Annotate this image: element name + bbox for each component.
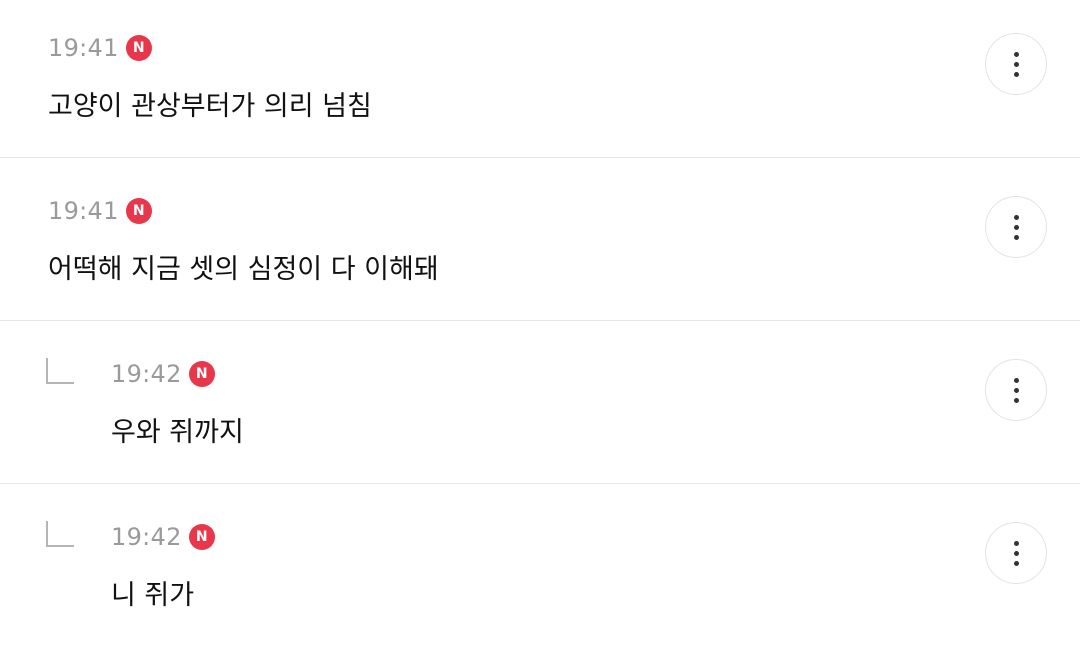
comment-item: 19:41 N 어떡해 지금 셋의 심정이 다 이해돼 xyxy=(0,159,1080,321)
new-badge-icon: N xyxy=(125,35,152,61)
comment-item: 19:41 N 고양이 관상부터가 의리 넘침 xyxy=(0,0,1080,158)
comment-text: 고양이 관상부터가 의리 넘침 xyxy=(48,91,372,122)
more-vertical-icon xyxy=(1013,387,1019,393)
reply-item: 19:42 N 니 쥐가 xyxy=(0,485,1080,647)
comment-text: 어떡해 지금 셋의 심정이 다 이해돼 xyxy=(48,254,439,285)
more-vertical-icon xyxy=(1013,234,1019,240)
new-badge-icon: N xyxy=(188,524,215,550)
more-vertical-icon xyxy=(1013,397,1019,403)
more-vertical-icon xyxy=(1013,560,1019,566)
new-badge-icon: N xyxy=(188,361,215,387)
reply-item: 19:42 N 우와 쥐까지 xyxy=(0,322,1080,484)
more-vertical-icon xyxy=(1013,51,1019,57)
comment-meta: 19:42 N xyxy=(111,523,215,551)
more-options-button[interactable] xyxy=(985,522,1047,584)
more-vertical-icon xyxy=(1013,224,1019,230)
more-vertical-icon xyxy=(1013,550,1019,556)
more-vertical-icon xyxy=(1013,214,1019,220)
comment-meta: 19:41 N xyxy=(48,197,152,225)
reply-arrow-icon xyxy=(46,521,74,547)
comment-text: 우와 쥐까지 xyxy=(111,417,244,448)
comment-time: 19:41 xyxy=(48,34,119,62)
new-badge-icon: N xyxy=(125,198,152,224)
comment-text: 니 쥐가 xyxy=(111,580,195,611)
comment-meta: 19:42 N xyxy=(111,360,215,388)
more-vertical-icon xyxy=(1013,71,1019,77)
more-options-button[interactable] xyxy=(985,359,1047,421)
reply-arrow-icon xyxy=(46,358,74,384)
comment-time: 19:42 xyxy=(111,360,182,388)
comment-list: 19:41 N 고양이 관상부터가 의리 넘침 19:41 N 어떡해 지금 셋… xyxy=(0,0,1080,642)
comment-time: 19:42 xyxy=(111,523,182,551)
more-options-button[interactable] xyxy=(985,33,1047,95)
more-vertical-icon xyxy=(1013,377,1019,383)
comment-time: 19:41 xyxy=(48,197,119,225)
comment-meta: 19:41 N xyxy=(48,34,152,62)
more-vertical-icon xyxy=(1013,540,1019,546)
more-vertical-icon xyxy=(1013,61,1019,67)
more-options-button[interactable] xyxy=(985,196,1047,258)
